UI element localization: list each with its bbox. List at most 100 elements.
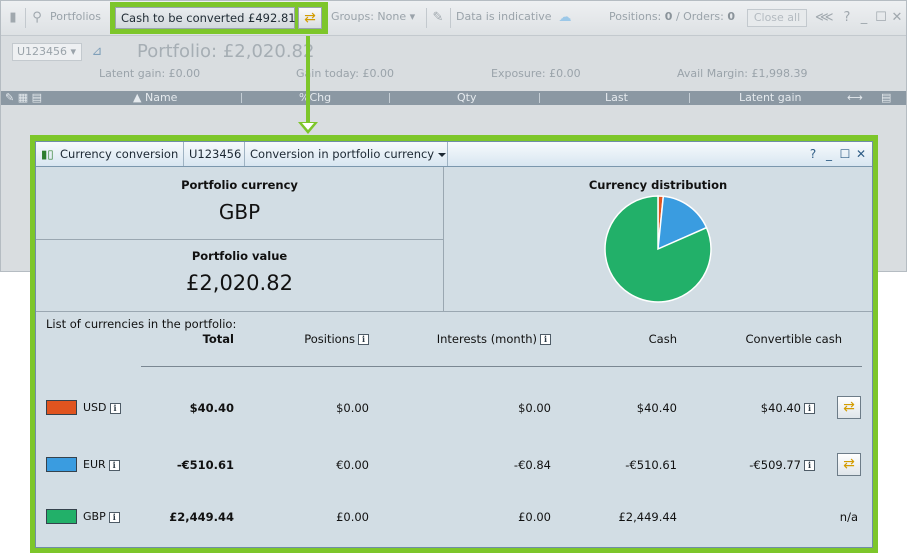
account-select[interactable]: U123456 ▾ [12, 43, 82, 61]
positions-orders-status: Positions: 0 / Orders: 0 [609, 10, 735, 23]
row-convertible-cash: n/a [839, 510, 858, 524]
data-indicative-label: Data is indicative [456, 10, 552, 23]
close-all-button[interactable]: Close all [747, 9, 807, 27]
row-positions: £0.00 [336, 510, 369, 524]
column-divider [689, 93, 690, 103]
currency-distribution-pie [604, 195, 712, 303]
portfolio-currency-value: GBP [218, 200, 261, 224]
column-name[interactable]: ▲ Name [133, 91, 177, 105]
avail-margin: Avail Margin: £1,998.39 [677, 67, 808, 80]
close-icon[interactable]: ✕ [854, 147, 868, 161]
latent-gain: Latent gain: £0.00 [99, 67, 201, 80]
row-convertible-cash: $40.40 i [761, 401, 815, 415]
column-divider [389, 93, 390, 103]
toolbar-divider [450, 8, 451, 28]
portfolio-currency-section: Portfolio currency GBP [36, 167, 444, 240]
panel-account: U123456 [184, 142, 245, 166]
minimize-icon[interactable]: _ [822, 147, 836, 161]
exchange-icon: ⇄ [843, 456, 855, 472]
row-positions: €0.00 [336, 458, 369, 472]
currency-code: USD i [83, 401, 121, 414]
info-icon[interactable]: i [358, 334, 369, 345]
row-interests: £0.00 [518, 510, 551, 524]
column-chg[interactable]: %Chg [299, 91, 331, 105]
column-qty[interactable]: Qty [457, 91, 476, 105]
help-icon[interactable]: ? [806, 147, 820, 161]
portfolio-value-section: Portfolio value £2,020.82 [36, 240, 444, 312]
row-convertible-cash: -€509.77 i [749, 458, 815, 472]
panel-title: ▮▯ Currency conversion [36, 142, 184, 166]
currency-distribution-label: Currency distribution [588, 178, 728, 192]
portfolio-title: Portfolio: £2,020.82 [137, 41, 315, 62]
column-divider [241, 93, 242, 103]
candlestick-icon: ▮▯ [41, 147, 54, 161]
help-icon[interactable]: ? [839, 9, 855, 27]
grid-tools-icon[interactable]: ✎ ▦ ▤ [5, 91, 42, 105]
column-resize-icon[interactable]: ⟷ [847, 91, 863, 105]
info-icon[interactable]: i [109, 402, 121, 414]
lock-icon[interactable]: ⚲ [29, 9, 45, 27]
portfolio-value: £2,020.82 [186, 271, 293, 295]
row-positions: $0.00 [336, 401, 369, 415]
chart-icon[interactable]: ⊿ [89, 43, 105, 61]
currency-color-swatch [46, 509, 77, 524]
row-interests: -€0.84 [513, 458, 551, 472]
info-icon[interactable]: i [804, 403, 815, 414]
portfolio-value-label: Portfolio value [191, 249, 288, 263]
info-icon[interactable]: i [108, 459, 120, 471]
currency-row-eur: EUR i -€510.61 €0.00 -€0.84 -€510.61 -€50… [36, 453, 872, 478]
column-convertible-cash: Convertible cash [745, 332, 842, 346]
column-divider [539, 93, 540, 103]
row-total: £2,449.44 [169, 510, 234, 524]
list-divider [141, 366, 862, 367]
info-icon[interactable]: i [804, 460, 815, 471]
callout-connector [306, 36, 310, 126]
candlestick-icon[interactable]: ▮ [5, 9, 21, 27]
row-cash: £2,449.44 [618, 510, 677, 524]
column-interests: Interests (month) i [437, 332, 551, 346]
exchange-icon: ⇄ [843, 399, 855, 415]
groups-dropdown[interactable]: Groups: None ▾ [331, 10, 415, 23]
gain-today: Gain today: £0.00 [296, 67, 394, 80]
column-settings-icon[interactable]: ▤ [881, 91, 891, 105]
close-icon[interactable]: ✕ [889, 9, 905, 27]
row-total: -€510.61 [176, 458, 234, 472]
share-icon[interactable]: ⋘ [815, 9, 834, 27]
currency-conversion-button[interactable]: ⇄ [298, 7, 322, 29]
currency-row-gbp: GBP i £2,449.44 £0.00 £0.00 £2,449.44 n/a [36, 506, 872, 530]
row-interests: $0.00 [518, 401, 551, 415]
column-positions: Positions i [304, 332, 369, 346]
maximize-icon[interactable]: ☐ [838, 147, 852, 161]
wrench-icon[interactable]: ✎ [430, 9, 446, 27]
exchange-icon: ⇄ [304, 10, 316, 26]
toolbar-divider [426, 8, 427, 28]
convert-usd-button[interactable]: ⇄ [837, 396, 861, 419]
chevron-down-icon [438, 152, 447, 157]
exposure: Exposure: £0.00 [491, 67, 581, 80]
minimize-icon[interactable]: _ [856, 9, 872, 27]
currency-row-usd: USD i $40.40 $0.00 $0.00 $40.40 $40.40 i ⇄ [36, 396, 872, 421]
callout-arrow-inner [302, 123, 314, 130]
currency-code: EUR i [83, 458, 120, 471]
cash-to-convert-label[interactable]: Cash to be converted £492.81 [115, 7, 296, 29]
column-last[interactable]: Last [605, 91, 628, 105]
maximize-icon[interactable]: ☐ [873, 9, 889, 27]
cash-to-convert-highlight: Cash to be converted £492.81 ⇄ [110, 2, 328, 34]
portfolios-menu[interactable]: Portfolios [50, 10, 101, 23]
currency-conversion-panel: ▮▯ Currency conversion U123456 Conversio… [35, 141, 873, 548]
column-cash: Cash [648, 332, 677, 346]
currency-color-swatch [46, 457, 77, 472]
conversion-mode-dropdown[interactable]: Conversion in portfolio currency [245, 142, 448, 166]
currency-code: GBP i [83, 510, 120, 523]
toolbar-divider [25, 8, 26, 28]
panel-titlebar: ▮▯ Currency conversion U123456 Conversio… [36, 142, 872, 167]
positions-grid-header: ✎ ▦ ▤ ▲ Name %Chg Qty Last Latent gain ⟷… [1, 91, 906, 105]
row-cash: $40.40 [636, 401, 677, 415]
column-latent-gain[interactable]: Latent gain [739, 91, 801, 105]
info-icon[interactable]: i [540, 334, 551, 345]
column-total: Total [202, 332, 234, 346]
convert-eur-button[interactable]: ⇄ [837, 453, 861, 476]
cloud-icon: ☁ [558, 10, 572, 25]
info-icon[interactable]: i [108, 511, 120, 523]
row-total: $40.40 [189, 401, 234, 415]
